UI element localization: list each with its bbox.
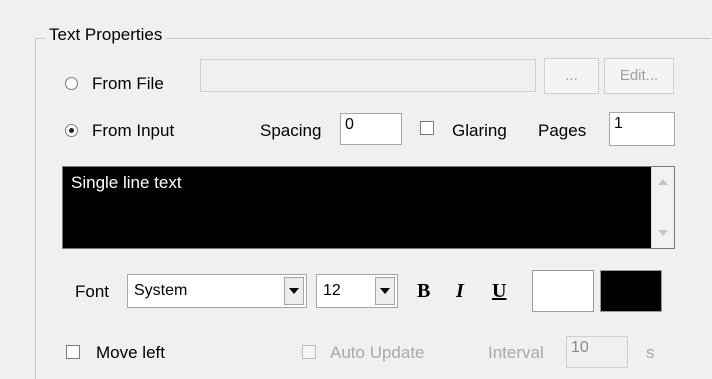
from-file-radio[interactable] bbox=[65, 77, 78, 90]
scroll-up-icon[interactable] bbox=[658, 179, 668, 185]
from-input-label[interactable]: From Input bbox=[92, 121, 174, 141]
edit-button[interactable]: Edit... bbox=[604, 58, 674, 94]
text-scrollbar[interactable] bbox=[651, 167, 674, 248]
text-color-swatch[interactable] bbox=[532, 270, 594, 312]
bold-button[interactable]: B bbox=[417, 280, 430, 303]
move-left-label[interactable]: Move left bbox=[96, 343, 165, 363]
glaring-label[interactable]: Glaring bbox=[452, 121, 507, 141]
group-title: Text Properties bbox=[45, 25, 167, 45]
font-size-value: 12 bbox=[323, 282, 341, 299]
file-path-input[interactable] bbox=[200, 59, 536, 92]
interval-unit: s bbox=[646, 343, 655, 362]
move-left-checkbox[interactable] bbox=[66, 345, 80, 359]
interval-label: Interval bbox=[488, 343, 544, 362]
pages-input[interactable]: 1 bbox=[609, 112, 675, 146]
chevron-down-icon[interactable] bbox=[375, 277, 395, 305]
font-size-select[interactable]: 12 bbox=[316, 274, 398, 308]
text-input-value: Single line text bbox=[71, 173, 182, 192]
italic-button[interactable]: I bbox=[456, 280, 464, 303]
interval-input[interactable]: 10 bbox=[566, 336, 628, 368]
font-label: Font bbox=[75, 282, 110, 301]
chevron-down-icon[interactable] bbox=[284, 277, 304, 305]
background-color-swatch[interactable] bbox=[600, 270, 662, 312]
font-family-select[interactable]: System bbox=[127, 274, 307, 308]
auto-update-label[interactable]: Auto Update bbox=[330, 343, 425, 363]
scroll-down-icon[interactable] bbox=[658, 230, 668, 236]
from-file-label[interactable]: From File bbox=[92, 74, 164, 94]
spacing-input[interactable]: 0 bbox=[340, 113, 402, 145]
spacing-label: Spacing bbox=[260, 121, 322, 140]
font-family-value: System bbox=[134, 282, 188, 299]
from-input-radio[interactable] bbox=[65, 124, 78, 137]
browse-button[interactable]: ... bbox=[544, 58, 599, 94]
glaring-checkbox[interactable] bbox=[420, 121, 434, 135]
text-input-area[interactable]: Single line text bbox=[62, 166, 675, 249]
auto-update-checkbox[interactable] bbox=[302, 345, 316, 359]
underline-button[interactable]: U bbox=[492, 280, 506, 303]
pages-label: Pages bbox=[538, 121, 587, 140]
